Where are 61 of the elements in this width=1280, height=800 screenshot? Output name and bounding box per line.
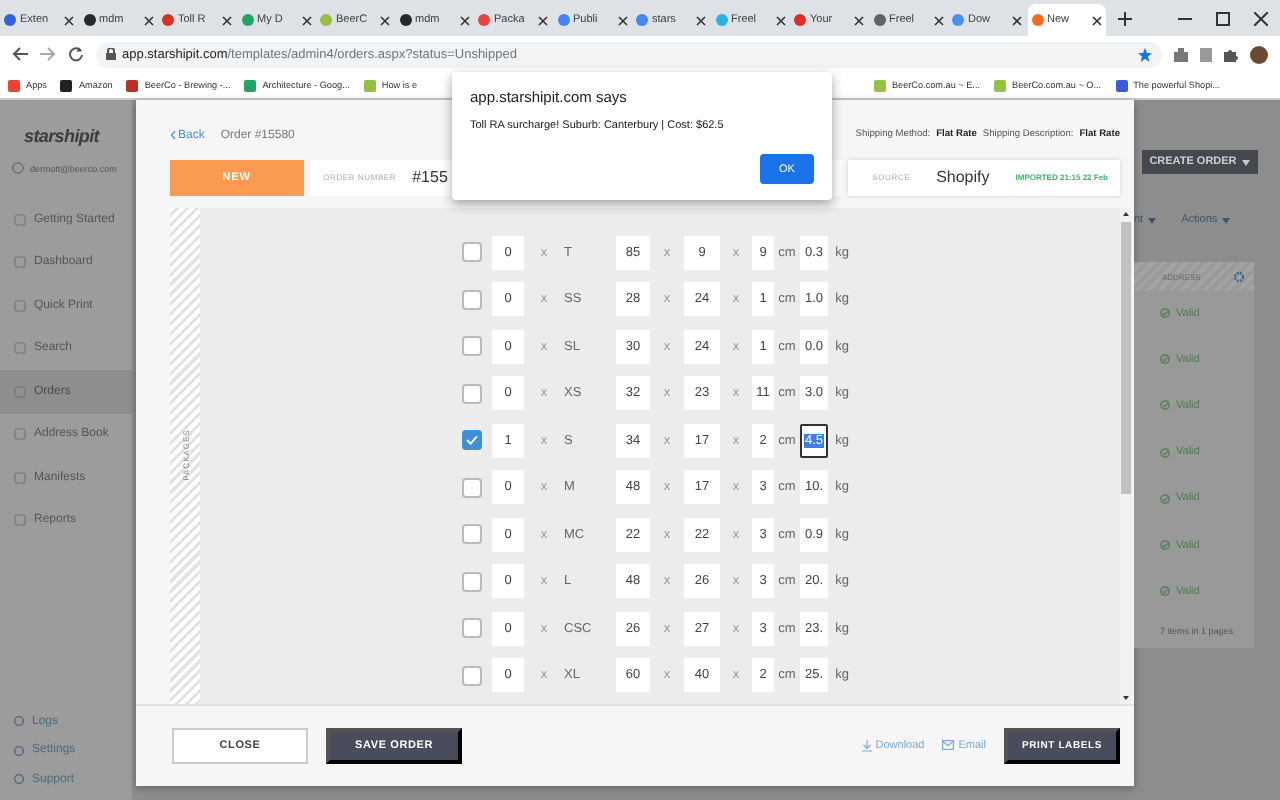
checkbox[interactable] (462, 289, 482, 310)
caret-icon (1147, 217, 1156, 223)
new-tab-icon[interactable] (1118, 12, 1132, 26)
user-icon (12, 162, 24, 174)
close-icon[interactable] (1012, 15, 1022, 25)
check-circle-icon (1160, 586, 1170, 597)
close-icon[interactable] (775, 15, 785, 25)
star-icon[interactable] (1138, 47, 1152, 61)
close-icon[interactable] (933, 15, 943, 25)
check-circle-icon (1160, 354, 1170, 365)
close-icon[interactable] (301, 15, 311, 25)
close-icon[interactable] (459, 15, 469, 25)
close-icon[interactable] (222, 15, 232, 25)
close-icon[interactable] (1254, 11, 1268, 25)
menu-item-icon (14, 256, 26, 269)
app-logo: starshipit (22, 124, 102, 146)
checkbox[interactable] (462, 383, 482, 404)
check-circle-icon (1160, 308, 1170, 319)
menu-item-icon (14, 213, 26, 226)
close-icon[interactable] (854, 15, 864, 25)
menu-item-icon (14, 514, 26, 527)
checkbox[interactable] (462, 665, 482, 686)
close-icon[interactable] (1091, 15, 1101, 25)
reload-icon[interactable] (68, 46, 84, 62)
close-icon[interactable] (64, 15, 74, 25)
checkbox[interactable] (462, 524, 482, 545)
download-icon (861, 739, 872, 752)
close-icon[interactable] (380, 15, 390, 25)
chevron-left-icon (170, 130, 176, 141)
scrollbar[interactable] (1120, 207, 1132, 704)
checkbox[interactable] (462, 336, 482, 357)
source-name: Shopify (936, 168, 990, 187)
checkbox[interactable] (462, 242, 482, 263)
puzzle-icon[interactable] (1224, 47, 1238, 61)
check-circle-icon (1160, 493, 1170, 504)
checkbox[interactable] (462, 571, 482, 592)
check-circle-icon (1160, 540, 1170, 551)
checkbox[interactable] (462, 477, 482, 498)
checkbox[interactable] (462, 430, 482, 451)
menu-item-icon (14, 428, 26, 441)
menu-item-icon (14, 299, 26, 312)
caret-icon (1221, 217, 1230, 223)
lock-icon (106, 48, 116, 60)
menu-item-icon (14, 471, 26, 484)
check-circle-icon (1160, 400, 1170, 411)
menu-item-icon (14, 342, 26, 355)
caret-icon (1242, 159, 1251, 165)
mail-icon (942, 740, 955, 751)
menu-item-icon (14, 716, 24, 727)
maximize-icon[interactable] (1216, 11, 1230, 25)
close-icon[interactable] (696, 15, 706, 25)
back-icon[interactable] (12, 46, 28, 62)
avatar-icon[interactable] (1250, 45, 1268, 63)
close-icon[interactable] (143, 15, 153, 25)
close-icon[interactable] (538, 15, 548, 25)
checkbox[interactable] (462, 618, 482, 639)
menu-item-icon (14, 774, 24, 785)
menu-item-icon (14, 745, 24, 756)
order-number: #155 (412, 168, 448, 187)
close-icon[interactable] (617, 15, 627, 25)
check-circle-icon (1160, 447, 1170, 458)
